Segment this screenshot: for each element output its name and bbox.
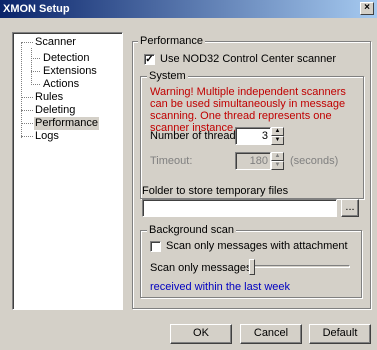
ok-button[interactable]: OK [170,324,232,344]
browse-folder-button[interactable]: ... [341,199,359,217]
scan-messages-label: Scan only messages: [150,262,255,274]
timeout-down-button[interactable]: ▼ [271,161,284,170]
tree-item-detection[interactable]: Detection [43,52,89,65]
window-title: XMON Setup [3,3,70,15]
attachment-label: Scan only messages with attachment [166,240,348,252]
system-group-label: System [147,70,188,82]
threads-up-button[interactable]: ▲ [271,127,284,136]
tree-branch-line [21,97,33,98]
scan-messages-slider-thumb[interactable] [249,259,255,275]
tree-branch-line [21,136,33,137]
threads-label: Number of threads: [150,130,245,142]
tree-item-extensions[interactable]: Extensions [43,65,97,78]
attachment-checkbox[interactable] [150,241,161,252]
threads-down-button[interactable]: ▼ [271,136,284,145]
tree-branch-line [21,123,33,124]
title-bar: XMON Setup × [0,0,377,18]
timeout-unit: (seconds) [290,155,339,167]
background-scan-label: Background scan [147,224,236,236]
folder-input[interactable] [142,199,337,217]
tree-item-deleting[interactable]: Deleting [35,104,75,117]
tree-branch-line [31,58,40,59]
tree-branch-line [31,71,40,72]
settings-tree: Scanner Detection Extensions Actions Rul… [12,32,123,310]
timeout-input[interactable]: 180 [235,152,271,170]
scan-period-text: received within the last week [150,281,291,293]
close-button[interactable]: × [360,2,374,15]
use-nod32-checkbox[interactable]: ✓ [144,54,155,65]
tree-sub-line [31,48,32,85]
tree-item-actions[interactable]: Actions [43,78,79,91]
tree-branch-line [31,84,40,85]
folder-label: Folder to store temporary files [142,185,289,197]
tree-branch-line [21,110,33,111]
tree-item-logs[interactable]: Logs [35,130,59,143]
performance-group-label: Performance [138,35,205,47]
cancel-button[interactable]: Cancel [240,324,302,344]
use-nod32-label: Use NOD32 Control Center scanner [160,53,337,65]
scan-messages-slider-track[interactable] [248,265,350,268]
tree-item-rules[interactable]: Rules [35,91,63,104]
tree-item-performance[interactable]: Performance [34,117,99,130]
threads-input[interactable]: 3 [235,127,271,145]
timeout-label: Timeout: [150,155,193,167]
default-button[interactable]: Default [309,324,371,344]
timeout-up-button[interactable]: ▲ [271,152,284,161]
tree-branch-line [21,42,33,43]
tree-item-scanner[interactable]: Scanner [35,36,76,49]
